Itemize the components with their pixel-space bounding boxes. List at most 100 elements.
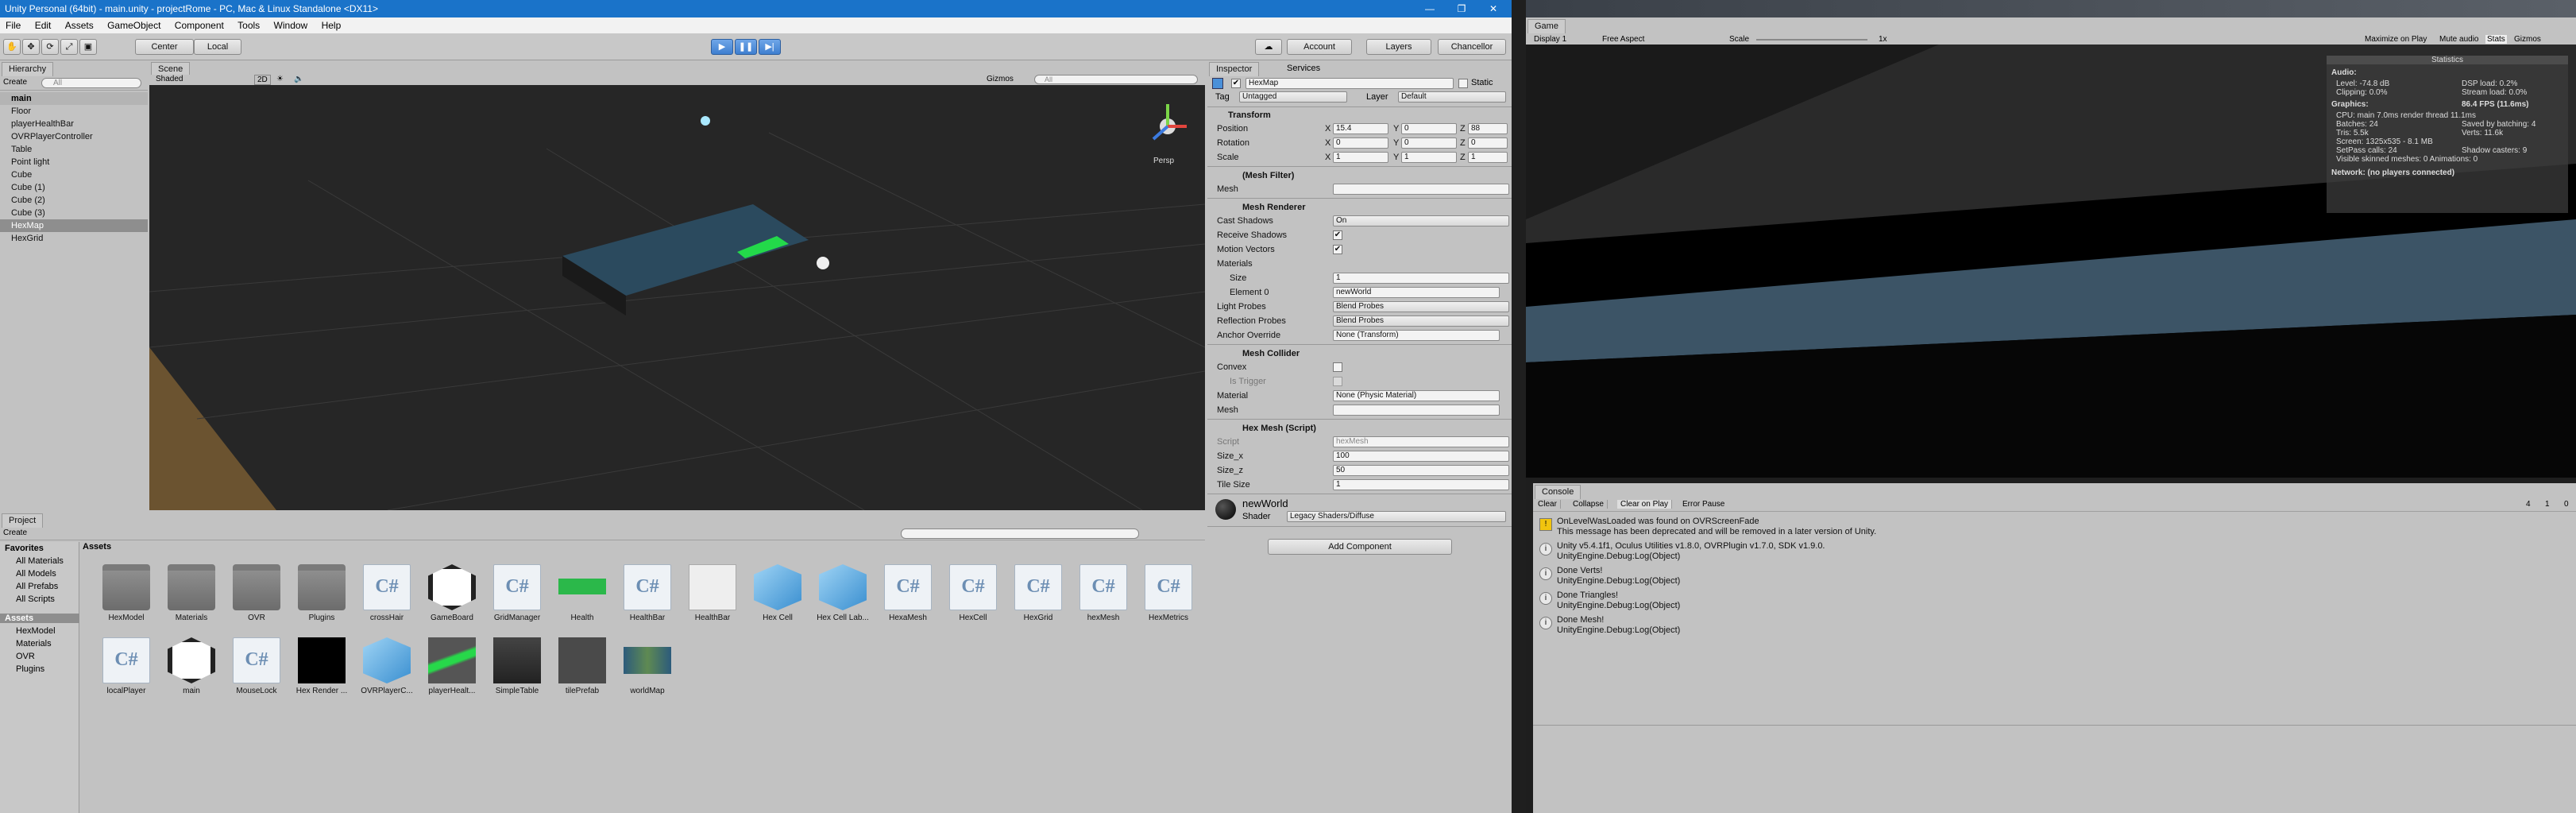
size-x-field[interactable]: 100 [1333,451,1509,462]
tab-inspector[interactable]: Inspector [1209,62,1260,76]
tab-services[interactable]: Services [1287,64,1320,73]
tab-console[interactable]: Console [1535,485,1582,499]
console-message-detail[interactable]: UnityEngine.Debug:Log(Object) [1557,576,1680,586]
add-component-button[interactable]: Add Component [1268,539,1452,555]
element0-field[interactable]: newWorld [1333,287,1500,298]
layer-dropdown[interactable]: Default [1398,91,1506,103]
hierarchy-item[interactable]: playerHealthBar [11,118,74,130]
2d-toggle[interactable]: 2D [254,75,271,85]
asset-item[interactable]: C# HexGrid [1007,561,1069,626]
mesh-filter-header[interactable]: (Mesh Filter) [1211,168,1508,183]
asset-item[interactable]: main [160,634,222,699]
hierarchy-item[interactable]: Cube (2) [11,194,45,207]
hierarchy-item[interactable]: Table [11,143,32,156]
favorite-item[interactable]: All Scripts [16,594,55,604]
menu-assets[interactable]: Assets [60,17,99,33]
mesh-collider-header[interactable]: Mesh Collider [1211,346,1508,361]
rect-tool-icon[interactable]: ▣ [79,39,97,55]
console-message[interactable]: Done Triangles! [1557,590,1618,600]
collider-material-field[interactable]: None (Physic Material) [1333,390,1500,401]
layout-dropdown[interactable]: Chancellor [1438,39,1506,55]
asset-item[interactable]: C# HexaMesh [877,561,939,626]
hierarchy-item[interactable]: Cube (1) [11,181,45,194]
assets-root[interactable]: Assets [0,614,79,623]
asset-item[interactable]: playerHealt... [421,634,483,699]
aspect-dropdown[interactable]: Free Aspect [1602,35,1644,44]
console-message[interactable]: Unity v5.4.1f1, Oculus Utilities v1.8.0,… [1557,541,1825,551]
audio-icon[interactable]: 🔈 [294,75,303,83]
position-y-field[interactable]: 0 [1401,123,1457,134]
asset-item[interactable]: C# HealthBar [616,561,678,626]
asset-item[interactable]: C# HexMetrics [1137,561,1199,626]
asset-item[interactable]: OVR [226,561,288,626]
console-message[interactable]: OnLevelWasLoaded was found on OVRScreenF… [1557,517,1759,526]
asset-item[interactable]: worldMap [616,634,678,699]
pivot-center-button[interactable]: Center [135,39,194,55]
tree-item[interactable]: OVR [16,652,35,661]
tab-project[interactable]: Project [2,513,44,528]
console-clear-button[interactable]: Clear [1538,500,1561,509]
position-z-field[interactable]: 88 [1468,123,1508,134]
maximize-on-play-toggle[interactable]: Maximize on Play [2365,35,2427,44]
project-search-input[interactable] [901,528,1139,539]
menu-tools[interactable]: Tools [232,17,265,33]
static-checkbox[interactable] [1458,79,1468,88]
receive-shadows-checkbox[interactable]: ✔ [1333,230,1342,240]
object-name-field[interactable]: HexMap [1246,78,1454,89]
menu-component[interactable]: Component [169,17,230,33]
rotation-z-field[interactable]: 0 [1468,137,1508,149]
menu-file[interactable]: File [0,17,26,33]
hand-tool-icon[interactable]: ✋ [3,39,21,55]
asset-item[interactable]: Hex Cell Lab... [812,561,874,626]
transform-header[interactable]: Transform [1211,108,1508,122]
minimize-button[interactable]: — [1414,0,1446,17]
asset-item[interactable]: C# crossHair [356,561,418,626]
position-x-field[interactable]: 15.4 [1333,123,1388,134]
asset-item[interactable]: C# GridManager [486,561,548,626]
hierarchy-scene-row[interactable]: main [0,92,148,105]
materials-label[interactable]: Materials [1217,259,1253,269]
materials-size-field[interactable]: 1 [1333,273,1509,284]
scale-y-field[interactable]: 1 [1401,152,1457,163]
hex-mesh-header[interactable]: Hex Mesh (Script) [1211,421,1508,436]
motion-vectors-checkbox[interactable]: ✔ [1333,245,1342,254]
pause-button[interactable]: ❚❚ [735,39,757,55]
hierarchy-item[interactable]: Point light [11,156,49,168]
asset-item[interactable]: SimpleTable [486,634,548,699]
console-message-detail[interactable]: UnityEngine.Debug:Log(Object) [1557,552,1680,561]
shader-dropdown[interactable]: Legacy Shaders/Diffuse [1287,511,1506,522]
hierarchy-item[interactable]: Cube [11,168,32,181]
tab-hierarchy[interactable]: Hierarchy [2,62,54,76]
asset-item[interactable]: C# HexCell [942,561,1004,626]
info-count[interactable]: 4 [2526,500,2531,509]
scale-tool-icon[interactable]: ⤢ [60,39,78,55]
scene-search-input[interactable]: All [1034,75,1198,84]
asset-item[interactable]: HealthBar [682,561,743,626]
hierarchy-item[interactable]: Floor [11,105,31,118]
tile-size-field[interactable]: 1 [1333,479,1509,490]
anchor-override-field[interactable]: None (Transform) [1333,330,1500,341]
console-clear-on-play-toggle[interactable]: Clear on Play [1617,500,1673,509]
console-message-detail[interactable]: UnityEngine.Debug:Log(Object) [1557,601,1680,610]
play-button[interactable]: ▶ [711,39,733,55]
cloud-icon[interactable]: ☁ [1255,39,1282,55]
mute-audio-toggle[interactable]: Mute audio [2439,35,2478,44]
favorite-item[interactable]: All Models [16,569,56,579]
light-probes-dropdown[interactable]: Blend Probes [1333,301,1509,312]
tag-dropdown[interactable]: Untagged [1239,91,1347,103]
hierarchy-item[interactable]: OVRPlayerController [11,130,93,143]
console-collapse-toggle[interactable]: Collapse [1573,500,1608,509]
pivot-local-button[interactable]: Local [194,39,241,55]
display-dropdown[interactable]: Display 1 [1534,35,1566,44]
asset-item[interactable]: Hex Render ... [291,634,353,699]
console-message[interactable]: Done Verts! [1557,566,1602,575]
hierarchy-item[interactable]: HexGrid [11,232,43,245]
project-create-button[interactable]: Create [3,528,27,537]
account-dropdown[interactable]: Account [1287,39,1352,55]
console-message-detail[interactable]: This message has been deprecated and wil… [1557,527,1876,536]
stats-toggle[interactable]: Stats [2485,35,2507,44]
asset-item[interactable]: Hex Cell [747,561,809,626]
error-count[interactable]: 0 [2564,500,2569,509]
is-trigger-checkbox[interactable] [1333,377,1342,386]
game-gizmos-dropdown[interactable]: Gizmos [2514,35,2541,44]
